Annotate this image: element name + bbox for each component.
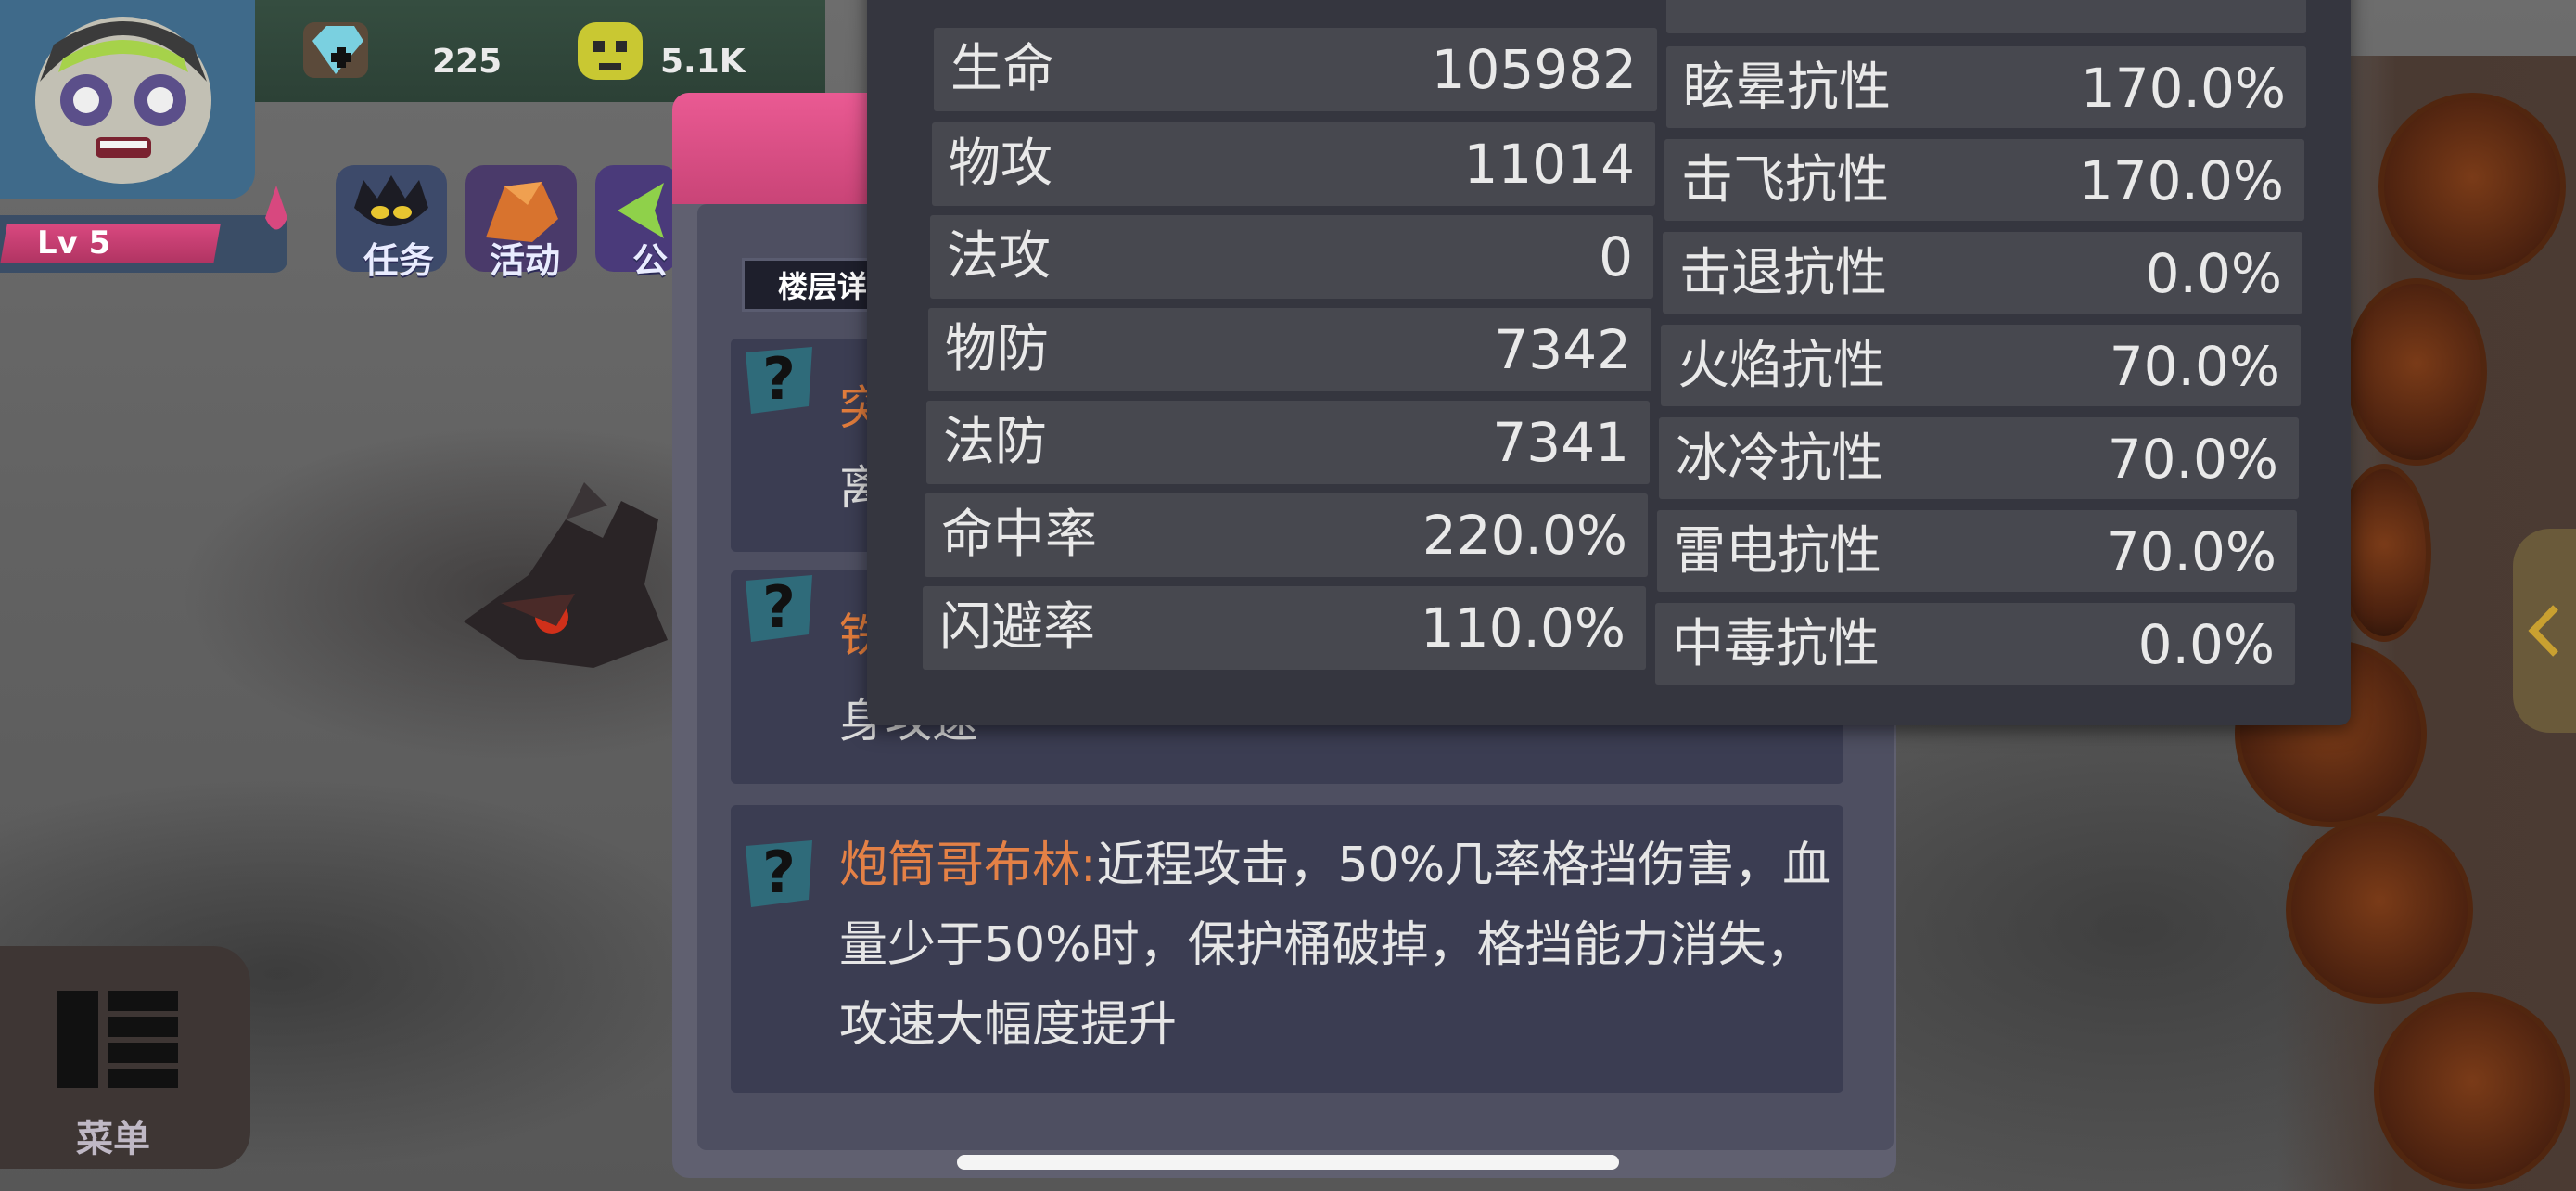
skill-3-name: 炮筒哥布林: [839,838,1097,893]
stat-row-phys-def: 物防 7342 [928,308,1651,391]
stat-value: 11014 [1463,133,1635,196]
svg-text:?: ? [762,573,796,641]
svg-text:?: ? [762,839,796,906]
stat-row-dodge-rate: 闪避率 110.0% [923,586,1646,670]
gem-icon[interactable] [299,13,373,87]
stat-row-poison-res: 中毒抗性 0.0% [1655,603,2295,685]
stat-label: 法攻 [947,226,1051,287]
stat-value: 170.0% [2080,57,2286,120]
stat-label: 击退抗性 [1679,243,1887,303]
menu-grid-icon [57,991,178,1088]
stat-label: 闪避率 [939,597,1095,658]
stat-label: 物攻 [949,134,1052,194]
team-member-6[interactable] [2374,992,2570,1189]
stat-value: 70.0% [2107,428,2278,491]
question-mark-icon[interactable]: ? [738,570,820,647]
menu-label: 菜单 [76,1118,150,1160]
announcement-label: 公 [632,240,669,281]
xp-drop-icon [265,186,287,230]
stat-value: 7341 [1492,411,1629,474]
stat-row-fire-res: 火焰抗性 70.0% [1661,325,2301,406]
stat-row-mag-def: 法防 7341 [926,401,1650,484]
stat-row-hit-rate: 命中率 220.0% [925,493,1648,577]
stat-row-knockback-res: 击退抗性 0.0% [1663,232,2302,314]
stat-value: 0.0% [2145,242,2282,305]
question-mark-icon[interactable]: ? [738,835,820,913]
player-level: Lv 5 [37,224,111,262]
stat-value: 170.0% [2078,149,2284,212]
stat-label: 眩晕抗性 [1683,58,1891,118]
stat-label: 火焰抗性 [1677,336,1885,396]
goblin-enemy [464,482,668,668]
stat-label: 物防 [945,319,1049,379]
stat-label: 生命 [950,39,1054,99]
gold-skull-icon[interactable] [573,15,647,89]
stat-row-knockup-res: 击飞抗性 170.0% [1664,139,2304,221]
event-label: 活动 [490,240,561,281]
stat-value: 7342 [1494,318,1631,381]
skill-3-description: 炮筒哥布林:近程攻击，50%几率格挡伤害，血量少于50%时，保护桶破掉，格挡能力… [839,826,1845,1065]
stat-value: 70.0% [2105,520,2276,583]
stat-row-phys-atk: 物攻 11014 [932,122,1655,206]
chevron-left-icon [2528,605,2558,657]
stat-row-top-partial: 晕升抗性 170.0% [1666,0,2306,33]
stat-label: 法防 [943,412,1047,472]
question-mark-icon[interactable]: ? [738,341,820,419]
stat-label: 击飞抗性 [1681,150,1889,211]
stat-label: 冰冷抗性 [1676,429,1883,489]
team-member-3[interactable] [2337,464,2431,642]
stat-value: 0 [1599,225,1633,288]
svg-text:?: ? [762,345,796,413]
team-member-5[interactable] [2286,816,2473,1004]
gem-count: 225 [432,43,503,81]
avatar-face-icon [35,17,211,184]
stat-value: 110.0% [1420,596,1626,660]
stat-value: 105982 [1431,38,1637,101]
stat-row-mag-atk: 法攻 0 [930,215,1653,299]
stat-row-ice-res: 冰冷抗性 70.0% [1659,417,2299,499]
stat-row-hp: 生命 105982 [934,28,1657,111]
stat-value: 220.0% [1422,504,1627,567]
enemy-stats-panel: 晕升抗性 170.0% 生命 105982 物攻 11014 法攻 0 物防 7… [867,0,2351,725]
team-member-2[interactable] [2346,278,2487,466]
stat-label: 中毒抗性 [1672,614,1880,674]
sidebar-toggle[interactable] [2513,529,2576,733]
stat-value: 170.0% [2081,0,2286,17]
stat-label: 命中率 [941,505,1097,565]
floor-tab-label: 楼层详 [778,269,868,304]
floor-panel-header [672,93,872,204]
gold-count: 5.1K [660,43,746,81]
stat-row-lightning-res: 雷电抗性 70.0% [1657,510,2297,592]
stat-label: 雷电抗性 [1674,521,1881,582]
stat-value: 70.0% [2109,335,2280,398]
quest-label: 任务 [363,240,435,281]
stat-row-stun-res: 眩晕抗性 170.0% [1666,46,2306,128]
home-indicator[interactable] [957,1155,1619,1170]
player-avatar[interactable] [0,0,255,199]
stat-value: 0.0% [2137,613,2275,676]
stat-label: 晕升抗性 [1683,0,1891,17]
team-member-1[interactable] [2378,93,2566,280]
